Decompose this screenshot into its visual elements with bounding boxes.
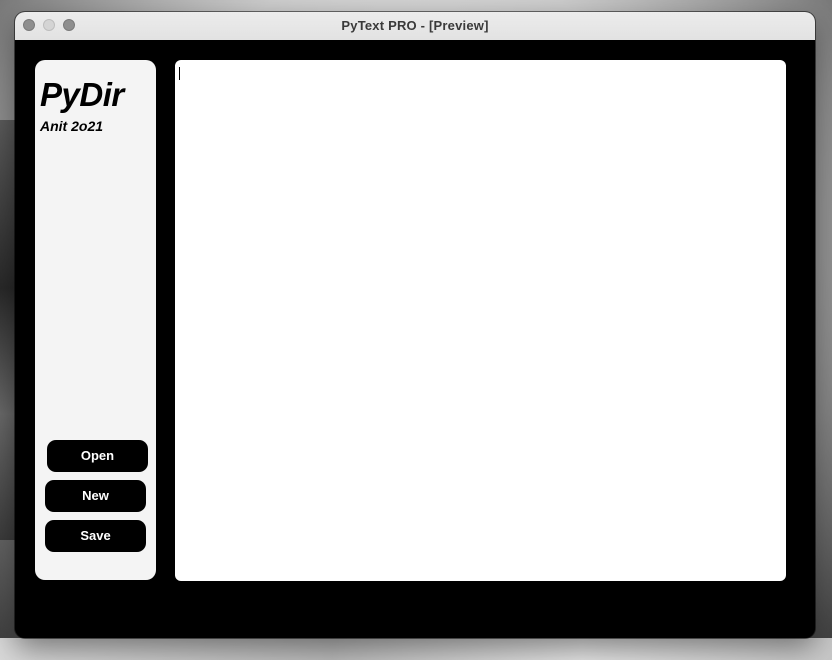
app-window: PyText PRO - [Preview] PyDir Anit 2o21 O…	[15, 12, 815, 638]
window-title: PyText PRO - [Preview]	[341, 18, 489, 33]
app-subtitle: Anit 2o21	[40, 118, 104, 134]
new-button[interactable]: New	[45, 480, 146, 512]
app-logo: PyDir	[40, 76, 124, 113]
desktop-background-bottom	[0, 638, 832, 660]
text-editor[interactable]	[175, 60, 786, 581]
open-button[interactable]: Open	[47, 440, 148, 472]
save-button[interactable]: Save	[45, 520, 146, 552]
desktop-background-left	[0, 120, 16, 540]
text-caret	[179, 67, 180, 80]
window-content: PyDir Anit 2o21 Open New Save	[15, 40, 815, 638]
sidebar-panel: PyDir Anit 2o21 Open New Save	[35, 60, 156, 580]
title-bar[interactable]: PyText PRO - [Preview]	[15, 12, 815, 41]
